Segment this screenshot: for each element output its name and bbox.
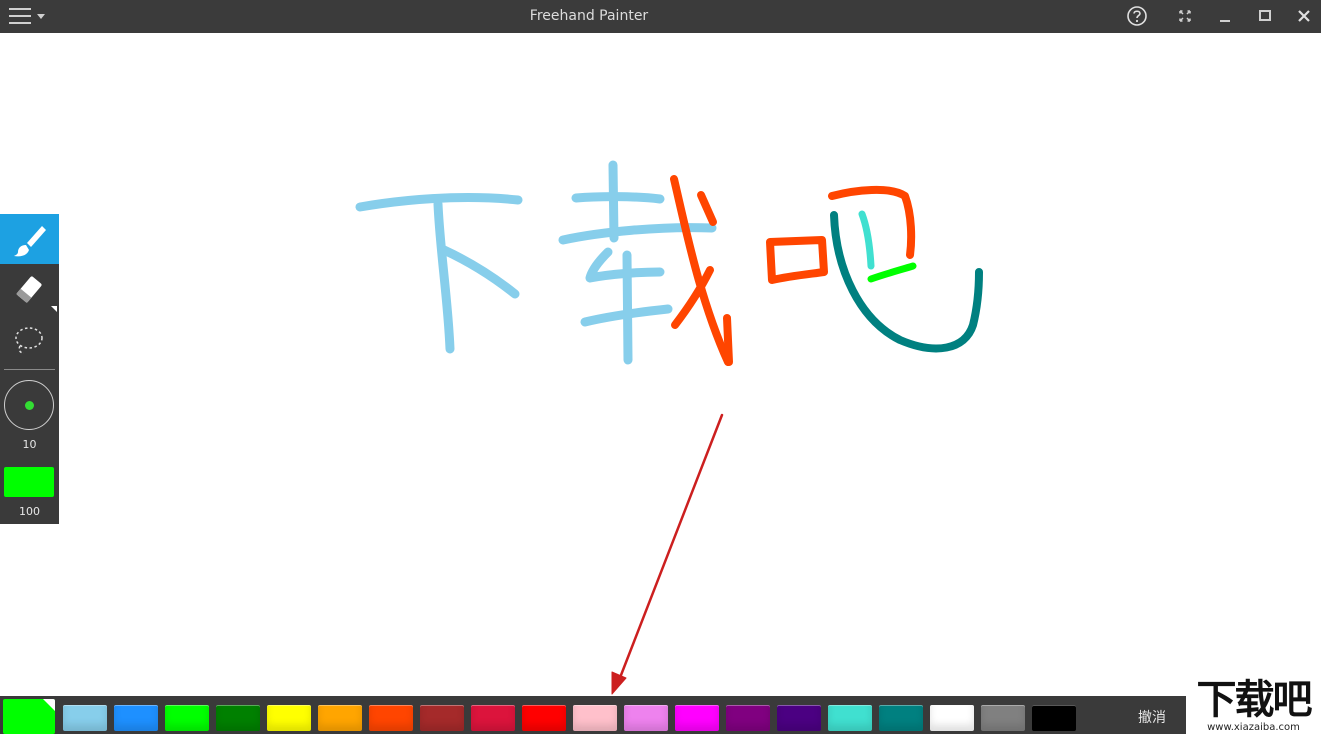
stroke-ba-kou (766, 236, 828, 284)
close-icon (1298, 10, 1310, 22)
toolbox-divider (4, 369, 55, 370)
hamburger-menu-icon (9, 8, 45, 24)
palette-swatch[interactable] (63, 705, 107, 731)
stroke-xia-dot (439, 245, 520, 299)
help-icon (1127, 6, 1147, 26)
stroke-ba-inner-green (867, 262, 917, 283)
stroke-zai-che-vertical (622, 250, 633, 365)
palette-swatch[interactable] (216, 705, 260, 731)
palette-swatch[interactable] (369, 705, 413, 731)
stroke-ba-hook (830, 211, 983, 353)
palette-swatch[interactable] (471, 705, 515, 731)
palette-swatch[interactable] (165, 705, 209, 731)
toolbox-panel: 10 100 (0, 214, 59, 524)
active-color-button[interactable] (3, 699, 55, 734)
lasso-selection-icon (15, 327, 43, 354)
maximize-button[interactable] (1253, 4, 1277, 28)
watermark-url: www.xiazaiba.com (1207, 722, 1300, 733)
palette-swatch[interactable] (1032, 705, 1076, 731)
paintbrush-icon (14, 226, 46, 257)
brush-tool-button[interactable] (0, 214, 59, 264)
palette-swatch[interactable] (777, 705, 821, 731)
palette-swatch[interactable] (267, 705, 311, 731)
palette-swatch[interactable] (573, 705, 617, 731)
stroke-ba-inner-vertical (858, 210, 875, 270)
palette-swatch[interactable] (879, 705, 923, 731)
current-color-swatch[interactable] (4, 467, 54, 497)
help-button[interactable] (1125, 4, 1149, 28)
drawing-canvas[interactable] (0, 33, 1321, 696)
annotation-arrow-line (614, 413, 724, 690)
color-palette-bar: 撤消 (0, 696, 1186, 734)
minimize-button[interactable] (1213, 4, 1237, 28)
palette-swatch[interactable] (522, 705, 566, 731)
lasso-select-tool-button[interactable] (0, 316, 59, 366)
palette-swatch[interactable] (318, 705, 362, 731)
watermark-logo-text: 下载吧 (1196, 677, 1313, 723)
stroke-zai-ge-main (670, 175, 732, 366)
stroke-zai-ge-tail (723, 314, 733, 366)
brush-size-preview (25, 401, 34, 410)
brush-size-value: 10 (22, 438, 37, 451)
stroke-zai-ge-dot (697, 191, 717, 226)
palette-swatch[interactable] (981, 705, 1025, 731)
undo-button[interactable]: 撤消 (1138, 696, 1166, 734)
brush-size-control[interactable] (4, 380, 54, 430)
close-button[interactable] (1292, 4, 1316, 28)
canvas-strokes (355, 160, 983, 695)
palette-swatch[interactable] (930, 705, 974, 731)
fullscreen-button[interactable] (1173, 4, 1197, 28)
minimize-icon (1220, 20, 1230, 22)
stroke-xia-vertical (433, 199, 455, 354)
window-title: Freehand Painter (529, 8, 649, 24)
active-color-corner-marker (43, 699, 55, 711)
fullscreen-icon (1179, 10, 1191, 22)
palette-swatch[interactable] (675, 705, 719, 731)
stroke-zai-top (571, 192, 665, 204)
palette-swatch[interactable] (726, 705, 770, 731)
main-menu-button[interactable] (6, 6, 50, 28)
title-bar: Freehand Painter (0, 0, 1321, 33)
eraser-tool-button[interactable] (0, 266, 59, 316)
opacity-value: 100 (19, 505, 40, 518)
stroke-zai-vertical-top (608, 160, 619, 243)
palette-swatch[interactable] (828, 705, 872, 731)
palette-swatch[interactable] (420, 705, 464, 731)
watermark-logo: 下载吧 www.xiazaiba.com (1186, 678, 1321, 734)
maximize-icon (1259, 10, 1271, 21)
palette-swatch[interactable] (114, 705, 158, 731)
eraser-icon (16, 276, 57, 312)
palette-swatch[interactable] (624, 705, 668, 731)
annotation-arrow-head (611, 671, 627, 695)
